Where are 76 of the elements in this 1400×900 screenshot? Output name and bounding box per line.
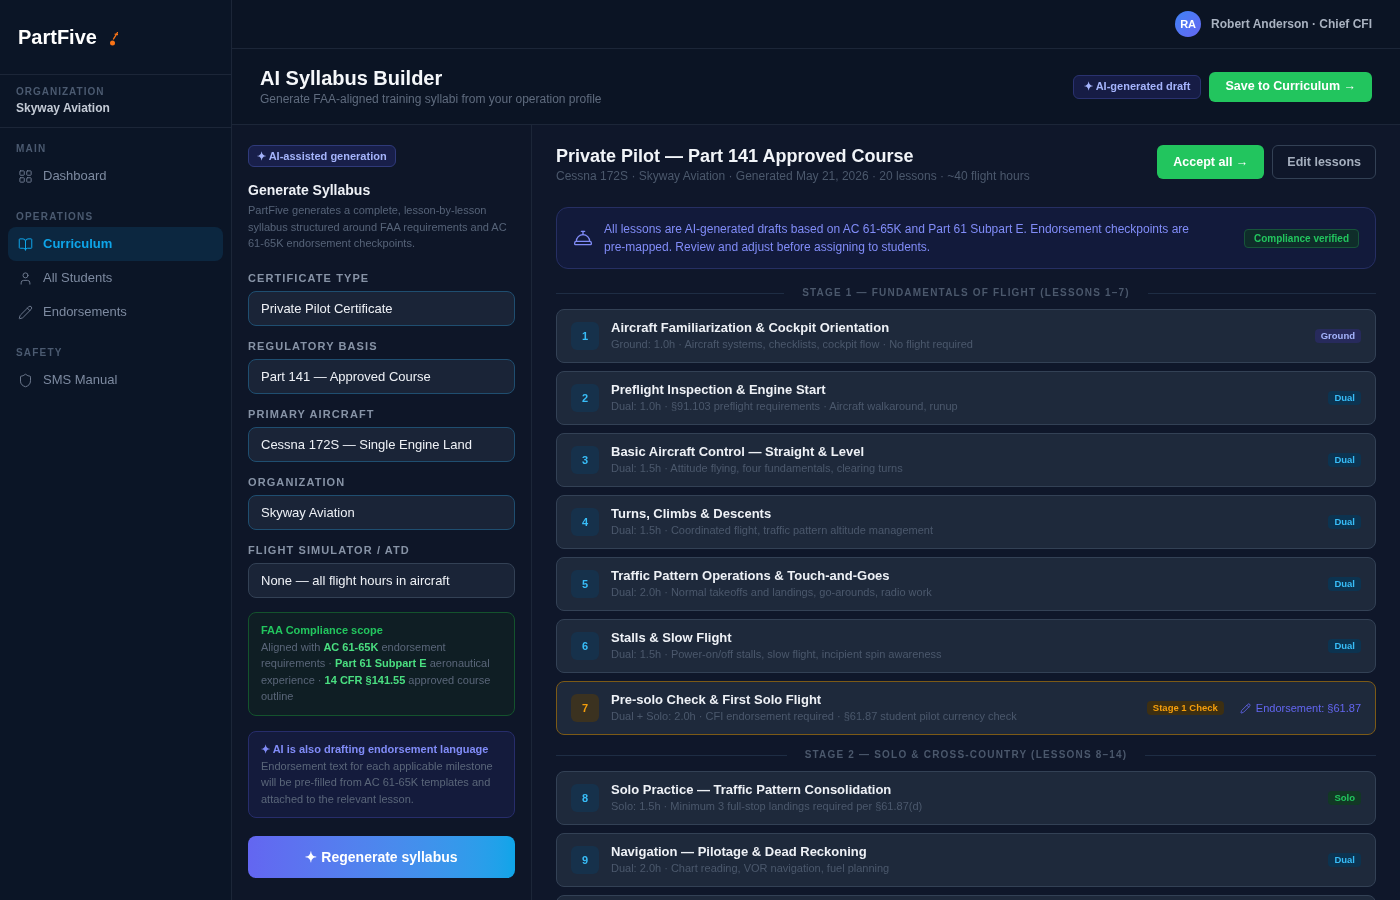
book-icon xyxy=(18,236,33,252)
lesson-title: Stalls & Slow Flight xyxy=(611,630,733,646)
lesson-number: 8 xyxy=(571,784,599,812)
lesson-number: 2 xyxy=(571,384,599,412)
lesson-title: Pre-solo Check & First Solo Flight xyxy=(611,692,823,708)
lesson-title: Solo Practice — Traffic Pattern Consolidation xyxy=(611,782,893,798)
stage-heading: STAGE 2 — SOLO & CROSS-COUNTRY (LESSONS 8–14) xyxy=(803,748,1129,762)
field-label: REGULATORY BASIS xyxy=(248,339,379,353)
nav-item[interactable]: Endorsements xyxy=(8,295,223,329)
ai-note-title: ✦ AI is also drafting endorsement language xyxy=(261,741,490,756)
lesson-tag: Stage 1 Check xyxy=(1146,701,1224,715)
field-label: CERTIFICATE TYPE xyxy=(248,271,371,285)
draft-badge: ✦ AI-generated draft xyxy=(1073,74,1202,99)
lesson-tag: Dual xyxy=(1328,515,1361,529)
panel-description: PartFive generates a complete, lesson-by-lesson syllabus structured around FAA requirements and AC 61-65K endorsement checkpoints. xyxy=(248,203,508,251)
syllabus-title: Private Pilot — Part 141 Approved Course xyxy=(556,145,915,167)
compliance-badge: Compliance verified xyxy=(1243,228,1359,248)
field-label: PRIMARY AIRCRAFT xyxy=(248,407,376,421)
lesson-tag: Dual xyxy=(1328,577,1361,591)
lesson-title: Navigation — Pilotage & Dead Reckoning xyxy=(611,844,868,860)
nav-item[interactable]: SMS Manual xyxy=(8,363,223,397)
lesson-number: 9 xyxy=(571,846,599,874)
lesson-number: 4 xyxy=(571,508,599,536)
grid-icon xyxy=(18,168,33,184)
page-subtitle: Generate FAA-aligned training syllabi from your operation profile xyxy=(260,92,602,107)
stage-heading: STAGE 1 — FUNDAMENTALS OF FLIGHT (LESSONS 1–7) xyxy=(801,286,1131,300)
bell-icon xyxy=(573,228,593,248)
lesson-tag: Dual xyxy=(1328,391,1361,405)
notice-text: All lessons are AI-generated drafts based on AC 61-65K and Part 61 Subpart E. Endorsement checkpoints are pre-mapped. Review and adjust before assigning to students. xyxy=(604,221,1191,256)
page-title: AI Syllabus Builder xyxy=(260,66,444,90)
lesson-title: Preflight Inspection & Engine Start xyxy=(611,382,827,398)
pencil-icon xyxy=(18,304,33,320)
edit-lessons-button[interactable]: Edit lessons xyxy=(1272,145,1376,179)
user-icon xyxy=(18,270,33,286)
field-label: FLIGHT SIMULATOR / ATD xyxy=(248,543,411,557)
nav-section-heading: MAIN xyxy=(15,143,48,155)
panel-title: Generate Syllabus xyxy=(248,182,372,199)
lesson-number: 5 xyxy=(571,570,599,598)
user-name: Robert Anderson · Chief CFI xyxy=(1211,16,1372,33)
lesson-title: Basic Aircraft Control — Straight & Level xyxy=(611,444,866,460)
shield-icon xyxy=(18,372,33,388)
lesson-number: 3 xyxy=(571,446,599,474)
nav-section-heading: SAFETY xyxy=(15,347,64,359)
nav-section-heading: OPERATIONS xyxy=(15,211,95,223)
field-label: ORGANIZATION xyxy=(248,475,347,489)
lesson-tag: Dual xyxy=(1328,853,1361,867)
ai-note-text: Endorsement text for each applicable milestone will be pre-filled from AC 61-65K templates and attached to the relevant lesson. xyxy=(261,758,494,807)
lesson-tag: Dual xyxy=(1328,639,1361,653)
input-field[interactable]: Cessna 172S — Single Engine Land xyxy=(248,426,515,462)
lesson-tag: Dual xyxy=(1328,453,1361,467)
lesson-number: 7 xyxy=(571,694,599,722)
input-field[interactable]: Private Pilot Certificate xyxy=(248,290,515,326)
ai-badge: ✦ AI-assisted generation xyxy=(248,145,396,167)
organization-label: ORGANIZATION xyxy=(16,86,106,98)
organization-name: Skyway Aviation xyxy=(16,100,111,116)
lesson-title: Traffic Pattern Operations & Touch-and-Goes xyxy=(611,568,891,584)
pencil-icon xyxy=(1239,702,1251,714)
input-field[interactable]: None — all flight hours in aircraft xyxy=(248,562,515,598)
syllabus-meta: Cessna 172S · Skyway Aviation · Generated May 21, 2026 · 20 lessons · ~40 flight hours xyxy=(556,168,1030,184)
lesson-tag: Solo xyxy=(1328,791,1361,805)
compliance-text: Aligned with AC 61-65K endorsement requirements · Part 61 Subpart E aeronautical experience · 14 CFR §141.55 approved course outline xyxy=(261,639,492,704)
input-field[interactable]: Part 141 — Approved Course xyxy=(248,358,515,394)
regenerate-button[interactable]: ✦ Regenerate syllabus xyxy=(248,836,515,878)
nav-item[interactable]: Curriculum xyxy=(8,227,223,261)
user-avatar[interactable]: RA xyxy=(1175,11,1202,37)
input-field[interactable]: Skyway Aviation xyxy=(248,494,515,530)
lesson-number: 6 xyxy=(571,632,599,660)
compliance-title: FAA Compliance scope xyxy=(261,622,384,637)
nav-item[interactable]: Dashboard xyxy=(8,159,223,193)
nav-item[interactable]: All Students xyxy=(8,261,223,295)
logo-text: PartFive xyxy=(18,25,97,50)
lesson-tag: Ground xyxy=(1314,329,1361,343)
lesson-title: Turns, Climbs & Descents xyxy=(611,506,773,522)
comet-icon xyxy=(108,32,118,46)
lesson-title: Aircraft Familiarization & Cockpit Orientation xyxy=(611,320,891,336)
lesson-number: 1 xyxy=(571,322,599,350)
